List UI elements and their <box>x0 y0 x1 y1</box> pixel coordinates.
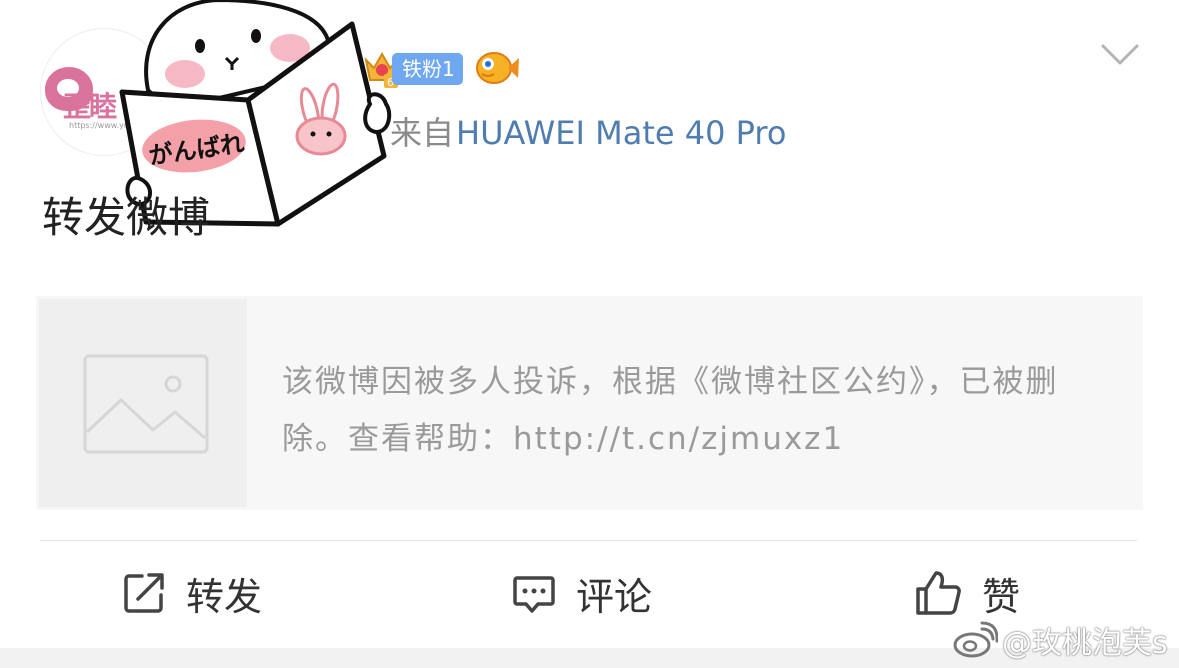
repost-button[interactable]: 转发 <box>122 566 262 620</box>
fan-badge[interactable]: 铁粉1 <box>392 53 463 85</box>
source-prefix: 来自 <box>390 114 455 152</box>
watermark-text: @玫桃泡芙s <box>1002 626 1168 661</box>
comment-icon <box>513 576 555 613</box>
repost-thumbnail <box>39 299 247 507</box>
repost-icon <box>124 573 164 613</box>
thumbs-up-icon <box>916 571 961 615</box>
like-button[interactable]: 赞 <box>914 566 1020 620</box>
deleted-notice: 该微博因被多人投诉，根据《微博社区公约》，已被删除。查看帮助：http://t.… <box>282 364 1059 457</box>
watermark: @玫桃泡芙s <box>952 616 1168 664</box>
chevron-down-icon[interactable] <box>1100 42 1140 68</box>
divider <box>40 540 1137 541</box>
fish-badge-icon[interactable] <box>474 46 520 88</box>
deleted-repost-card[interactable]: 该微博因被多人投诉，根据《微博社区公约》，已被删除。查看帮助：http://t.… <box>36 296 1143 510</box>
weibo-logo-icon <box>953 621 998 658</box>
post-source: 来自HUAWEI Mate 40 Pro <box>390 110 786 156</box>
source-device-link[interactable]: HUAWEI Mate 40 Pro <box>456 114 786 152</box>
repost-label: 转发 <box>186 574 263 619</box>
post-text: 转发微博 <box>42 193 211 242</box>
image-placeholder-icon <box>83 354 209 454</box>
comment-label: 评论 <box>576 574 653 619</box>
comment-button[interactable]: 评论 <box>512 566 652 620</box>
like-label: 赞 <box>982 574 1021 619</box>
